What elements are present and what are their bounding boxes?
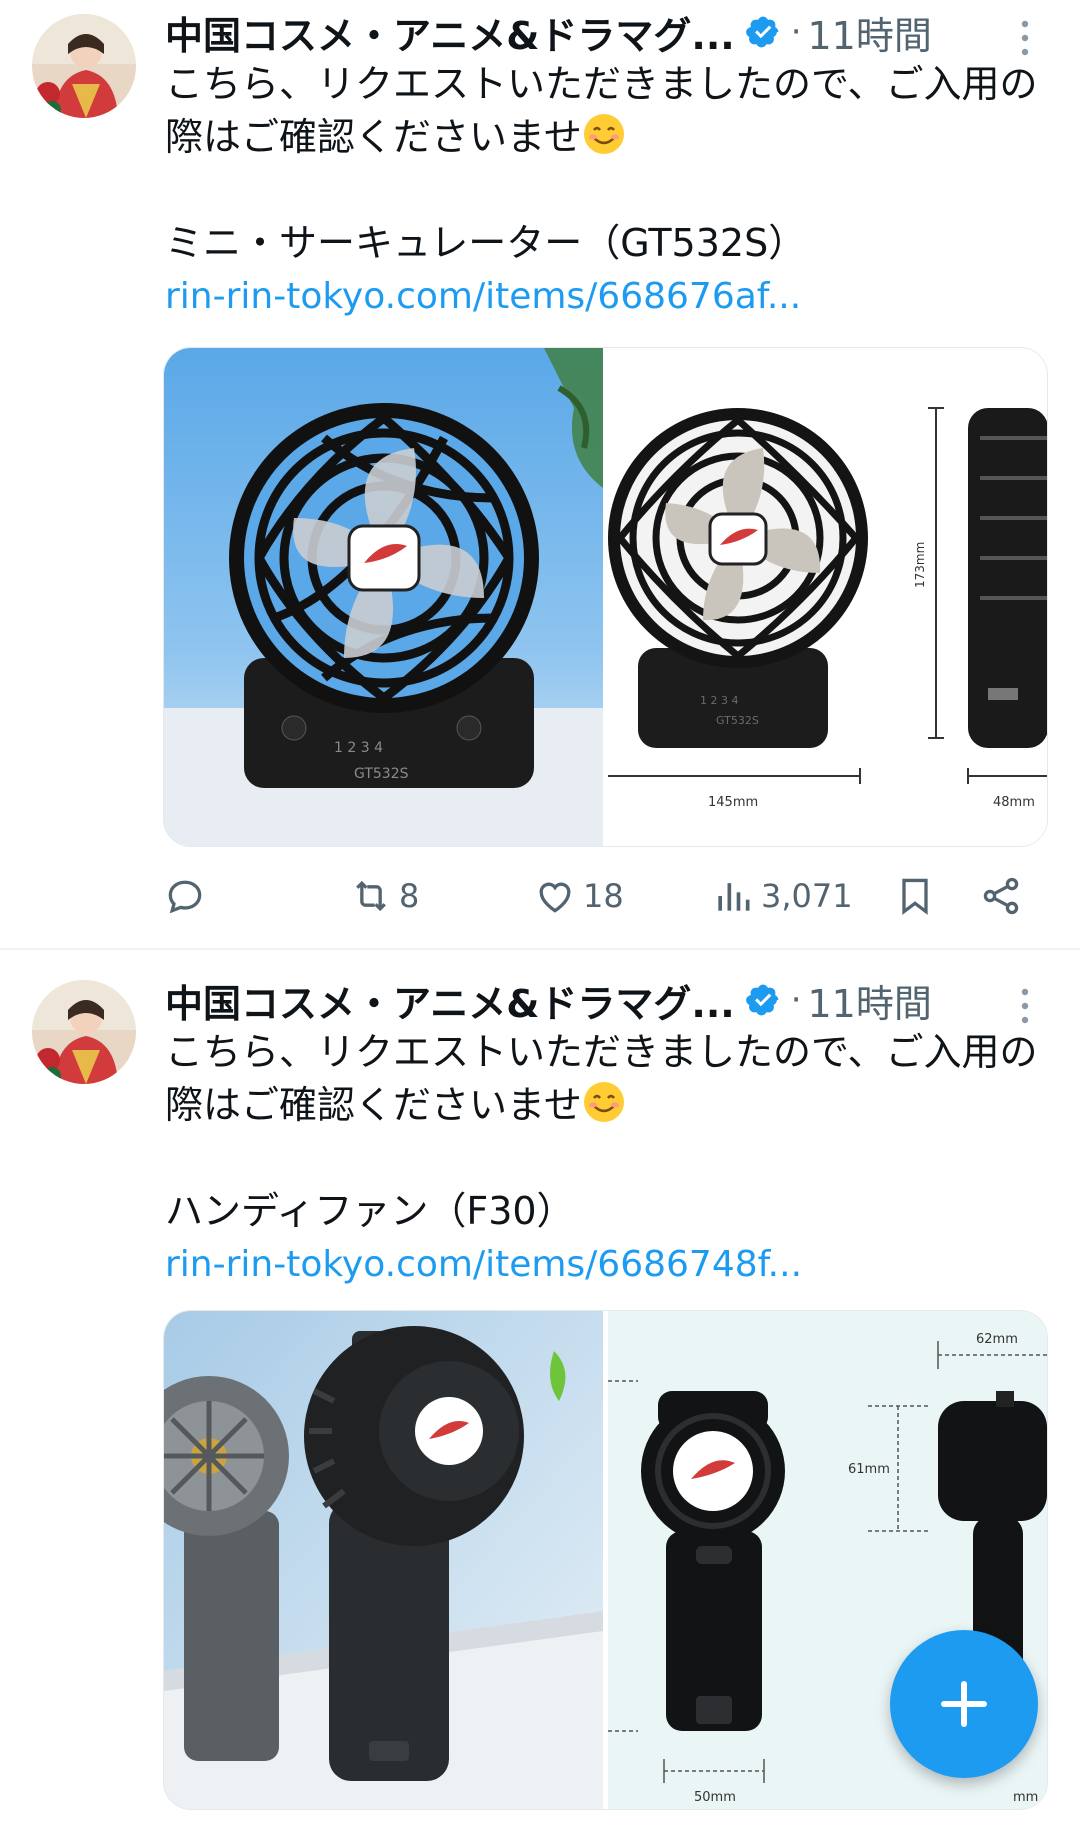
tweet-text: こちら、リクエストいただきましたので、ご入用の際はご確認くださいませ xyxy=(165,62,1038,159)
smiling-face-emoji-icon xyxy=(583,114,624,154)
bookmark-icon xyxy=(902,878,928,915)
svg-text:GT532S: GT532S xyxy=(354,766,409,782)
retweet-count: 8 xyxy=(399,877,420,915)
tweet-text: こちら、リクエストいただきましたので、ご入用の際はご確認くださいませ xyxy=(165,1030,1038,1127)
retweet-icon xyxy=(356,880,386,912)
model-label: GT532S xyxy=(716,714,759,727)
display-name[interactable]: 中国コスメ・アニメ&ドラマグ... xyxy=(165,973,735,1028)
svg-text:1 2 3 4: 1 2 3 4 xyxy=(700,694,738,707)
tweet[interactable]: 中国コスメ・アニメ&ドラマグ... · 11時間 こちら、リクエストいただきまし… xyxy=(0,0,1080,950)
product-link[interactable]: rin-rin-tokyo.com/items/6686748f... xyxy=(165,1238,1045,1291)
avatar[interactable] xyxy=(32,14,136,118)
product-name: ハンディファン（F30） xyxy=(165,1189,575,1233)
separator-dot: · xyxy=(790,12,802,52)
more-vertical-icon[interactable] xyxy=(1017,986,1033,1026)
display-name[interactable]: 中国コスメ・アニメ&ドラマグ... xyxy=(165,5,735,60)
verified-badge-icon xyxy=(745,16,779,48)
timestamp[interactable]: 11時間 xyxy=(808,5,932,60)
action-bar: 8 18 3,071 xyxy=(163,866,1043,926)
separator-dot: · xyxy=(790,980,802,1020)
bookmark-button[interactable] xyxy=(893,866,937,926)
views-count: 3,071 xyxy=(761,877,853,915)
compose-button[interactable] xyxy=(890,1630,1038,1778)
like-icon xyxy=(539,882,571,913)
like-count: 18 xyxy=(583,877,624,915)
more-vertical-icon[interactable] xyxy=(1017,18,1033,58)
share-button[interactable] xyxy=(979,866,1023,926)
width-label: 145mm xyxy=(708,795,758,810)
product-photo[interactable] xyxy=(164,1311,603,1809)
height-label: 173mm xyxy=(913,542,927,588)
smiling-face-emoji-icon xyxy=(583,1082,624,1122)
depth-dimension-label: mm xyxy=(1013,1790,1038,1805)
product-photo[interactable]: 1 2 3 4 GT532S xyxy=(164,348,603,846)
timestamp[interactable]: 11時間 xyxy=(808,973,932,1028)
product-link[interactable]: rin-rin-tokyo.com/items/668676af... xyxy=(165,270,1045,323)
views-icon xyxy=(718,883,750,911)
svg-text:1 2 3 4: 1 2 3 4 xyxy=(334,740,383,756)
depth-label: 48mm xyxy=(993,795,1035,810)
like-button[interactable]: 18 xyxy=(533,866,624,926)
reply-button[interactable] xyxy=(163,866,207,926)
share-icon xyxy=(983,877,1019,915)
dimension-diagram[interactable]: 1 2 3 4 GT532S 145mm 173mm 48mm xyxy=(608,348,1047,846)
avatar[interactable] xyxy=(32,980,136,1084)
reply-icon xyxy=(168,880,202,914)
height-dimension-label: 61mm xyxy=(848,1462,890,1477)
verified-badge-icon xyxy=(745,984,779,1016)
width-dimension-label: 50mm xyxy=(694,1790,736,1805)
views-button[interactable]: 3,071 xyxy=(711,866,853,926)
media-grid[interactable]: 1 2 3 4 GT532S 1 2 3 4 GT532S 145mm 173m… xyxy=(163,347,1048,847)
compose-plus-icon xyxy=(941,1681,987,1727)
top-dimension-label: 62mm xyxy=(976,1332,1018,1347)
retweet-button[interactable]: 8 xyxy=(349,866,419,926)
product-name: ミニ・サーキュレーター（GT532S） xyxy=(165,221,807,265)
